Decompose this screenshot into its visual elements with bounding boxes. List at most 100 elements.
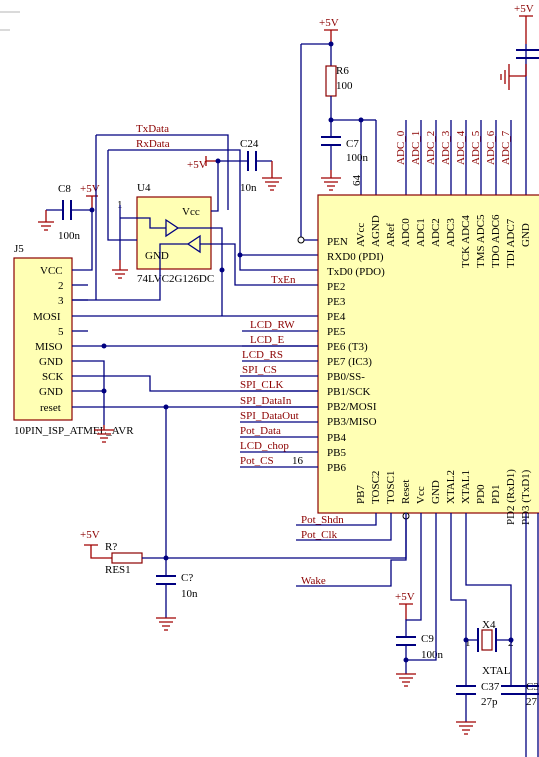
cq-value: 10n <box>181 588 198 600</box>
mcu-pin-number-left: 16 <box>292 455 304 467</box>
power-port-vcc: +5V <box>80 183 100 213</box>
j5-pin-9: GND <box>39 386 63 398</box>
mcu-pin-avcc: AVcc <box>355 223 367 247</box>
reset-power: +5V <box>80 529 100 541</box>
mcu-pin-adc3: ADC3 <box>445 218 457 247</box>
r6-body <box>325 65 337 97</box>
net-lcd-rw: LCD_RW <box>250 319 295 331</box>
mcu-pin-xtal1: XTAL1 <box>460 470 472 504</box>
u4-designator: U4 <box>137 182 151 194</box>
net-pot-cs: Pot_CS <box>240 455 274 467</box>
c8-designator: C8 <box>58 183 71 195</box>
mcu-pin-gnd-bottom: GND <box>430 480 442 504</box>
mcu-pin-vcc: Vcc <box>415 486 427 504</box>
crystal-x4: X4 XTAL 1 2 C37 27p C3 27 <box>450 513 539 757</box>
j5-pin-4: MOSI <box>33 311 61 323</box>
net-adc4: ADC_4 <box>455 130 467 165</box>
net-adc3: ADC_3 <box>440 130 452 165</box>
adc-net-labels: ADC_0 ADC_1 ADC_2 ADC_3 ADC_4 ADC_5 ADC_… <box>395 120 512 195</box>
net-rxdata: RxData <box>136 138 170 150</box>
mcu-pin-pe2: PE2 <box>327 281 345 293</box>
net-spi-datain: SPI_DataIn <box>240 395 292 407</box>
c24-power: +5V <box>187 159 207 171</box>
net-spi-clk: SPI_CLK <box>240 379 283 391</box>
j5-pin-2: 2 <box>58 280 64 292</box>
u4-name: 74LVC2G126DC <box>137 273 214 285</box>
net-lcd-e: LCD_E <box>250 334 285 346</box>
cq-designator: C? <box>181 572 193 584</box>
ic-u4: U4 74LVC2G126DC Vcc GND 1 <box>72 182 318 316</box>
mcu-pin-adc7: TDI ADC7 <box>505 218 517 268</box>
mcu-pin-pe6: PE6 (T3) <box>327 341 368 353</box>
capacitor-c7: C7 100n 64 <box>321 117 377 195</box>
schematic-sheet: J5 10PIN_ISP_ATMEL_AVR VCC 2 3 MOSI 5 MI… <box>0 3 539 757</box>
mcu-pin-number-top: 64 <box>351 175 363 187</box>
mcu-pin-gnd-top: GND <box>520 223 532 247</box>
net-spi-cs: SPI_CS <box>242 364 277 376</box>
mcu-pin-pb2: PB2/MOSI <box>327 401 377 413</box>
j5-pin-3: 3 <box>58 295 64 307</box>
mcu-pin-pe4: PE4 <box>327 311 346 323</box>
mcu-pin-pb0: PB0/SS- <box>327 371 365 383</box>
top-right-supply: +5V <box>500 3 539 195</box>
c9-power: +5V <box>395 591 415 603</box>
net-wake: Wake <box>301 575 326 587</box>
mcu-pin-pe5: PE5 <box>327 326 346 338</box>
net-pot-clk: Pot_Clk <box>301 529 338 541</box>
mcu-pin-tosc2: TOSC2 <box>370 471 382 504</box>
mcu-pin-pen: PEN <box>327 236 348 248</box>
mcu-pin-pb5: PB5 <box>327 447 346 459</box>
mcu-pin-txd0: TxD0 (PDO) <box>327 266 385 278</box>
mcu-pin-pe3: PE3 <box>327 296 346 308</box>
j5-pin-5: 5 <box>58 326 64 338</box>
mcu-pin-aref: ARef <box>385 223 397 247</box>
j5-pin-7: GND <box>39 356 63 368</box>
mcu-pin-pb7: PB7 <box>355 485 367 504</box>
mcu-pin-adc0: ADC0 <box>400 218 412 247</box>
mcu-pin-agnd: AGND <box>370 215 382 247</box>
c3x-designator: C3 <box>526 681 539 693</box>
mcu-pin-rxd0: RXD0 (PDI) <box>327 251 384 263</box>
c37-value: 27p <box>481 696 498 708</box>
net-pot-shdn: Pot_Shdn <box>301 514 344 526</box>
capacitor-c9: +5V C9 100n <box>395 513 444 687</box>
mcu-pin-adc4: TCK ADC4 <box>460 215 472 268</box>
power-label: +5V <box>80 183 100 195</box>
mcu-pin-xtal2: XTAL2 <box>445 470 457 504</box>
mcu-pin-adc1: ADC1 <box>415 218 427 247</box>
u4-gnd-pin: GND <box>145 250 169 262</box>
net-txdata: TxData <box>136 123 169 135</box>
u4-vcc-pin: Vcc <box>182 206 200 218</box>
r6-value: 100 <box>336 80 353 92</box>
mcu-pin-adc5: TMS ADC5 <box>475 214 487 268</box>
c9-designator: C9 <box>421 633 434 645</box>
r6-designator: R6 <box>336 65 349 77</box>
rq-value: RES1 <box>105 564 131 576</box>
mcu-pin-pd2: PD2 (RxD1) <box>505 469 517 525</box>
net-adc0: ADC_0 <box>395 130 407 165</box>
net-spi-dataout: SPI_DataOut <box>240 410 299 422</box>
c9-value: 100n <box>421 649 444 661</box>
mcu-pin-reset: Reset <box>400 480 412 504</box>
c24-designator: C24 <box>240 138 259 150</box>
top-right-power: +5V <box>514 3 534 15</box>
net-adc5: ADC_5 <box>470 130 482 165</box>
j5-pin-6: MISO <box>35 341 63 353</box>
j5-pin-10: reset <box>40 402 61 414</box>
net-adc2: ADC_2 <box>425 131 437 165</box>
mcu-pin-tosc1: TOSC1 <box>385 471 397 504</box>
microcontroller: PEN RXD0 (PDI) TxD0 (PDO) PE2 PE3 PE4 PE… <box>292 194 539 525</box>
net-adc6: ADC_6 <box>485 130 497 165</box>
net-txen: TxEn <box>271 274 296 286</box>
x4-body <box>481 629 493 651</box>
mcu-pin-pb6: PB6 <box>327 462 346 474</box>
sheet-border-mark <box>0 11 20 31</box>
c3x-value: 27 <box>526 696 538 708</box>
j5-pin-1: VCC <box>40 265 63 277</box>
x4-designator: X4 <box>482 619 496 631</box>
c7-designator: C7 <box>346 138 359 150</box>
j5-designator: J5 <box>14 243 24 255</box>
rq-body <box>111 552 143 564</box>
r6-power: +5V <box>319 17 339 29</box>
mcu-pin-pd0: PD0 <box>475 484 487 504</box>
